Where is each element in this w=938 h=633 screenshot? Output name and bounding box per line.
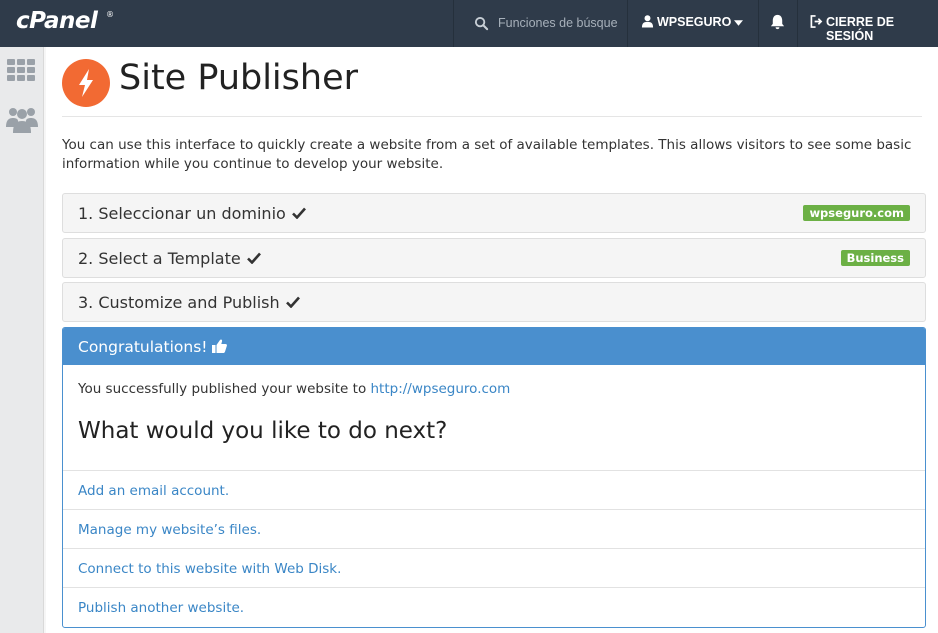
thumbs-up-icon xyxy=(211,339,227,353)
logout-button[interactable]: CIERRE DE SESIÓN xyxy=(797,0,938,47)
panel-title: Congratulations! xyxy=(78,338,227,356)
template-badge: Business xyxy=(840,250,910,266)
next-actions-list: Add an email account. Manage my website’… xyxy=(63,470,925,626)
intro-text: You can use this interface to quickly cr… xyxy=(62,137,912,172)
user-menu[interactable]: WPSEGURO xyxy=(627,0,758,47)
add-email-account-link[interactable]: Add an email account. xyxy=(78,483,229,499)
list-item: Add an email account. xyxy=(63,470,925,509)
panel-header: Congratulations! xyxy=(63,328,925,365)
page-title: Site Publisher xyxy=(119,58,359,98)
step-customize-publish[interactable]: 3. Customize and Publish xyxy=(62,282,926,322)
logo-registered-mark: ® xyxy=(106,10,114,19)
checkmark-icon xyxy=(285,296,300,308)
main-content: Site Publisher You can use this interfac… xyxy=(46,47,938,633)
bell-icon xyxy=(770,14,785,30)
success-message: You successfully published your website … xyxy=(78,381,511,397)
list-item: Connect to this website with Web Disk. xyxy=(63,548,925,587)
search-box[interactable] xyxy=(453,0,627,47)
notifications-button[interactable] xyxy=(758,0,797,47)
lightning-icon xyxy=(62,59,110,107)
grid-icon[interactable] xyxy=(7,59,35,81)
domain-badge: wpseguro.com xyxy=(803,205,910,221)
publish-another-link[interactable]: Publish another website. xyxy=(78,600,244,616)
logout-label: CIERRE DE SESIÓN xyxy=(826,15,895,43)
cpanel-logo[interactable]: cPanel xyxy=(16,8,98,34)
checkmark-icon xyxy=(246,252,261,264)
step-label: 1. Seleccionar un dominio xyxy=(78,204,306,223)
next-steps-heading: What would you like to do next? xyxy=(78,418,448,444)
step-select-domain[interactable]: 1. Seleccionar un dominio wpseguro.com xyxy=(62,193,926,233)
users-icon[interactable] xyxy=(6,105,38,133)
search-input[interactable] xyxy=(498,14,622,32)
chevron-down-icon xyxy=(734,20,743,26)
user-icon xyxy=(641,15,654,28)
web-disk-link[interactable]: Connect to this website with Web Disk. xyxy=(78,561,341,577)
list-item: Manage my website’s files. xyxy=(63,509,925,548)
logout-icon xyxy=(810,15,823,28)
sidebar xyxy=(0,47,44,633)
manage-files-link[interactable]: Manage my website’s files. xyxy=(78,522,261,538)
congratulations-panel: Congratulations! You successfully publis… xyxy=(62,327,926,628)
step-select-template[interactable]: 2. Select a Template Business xyxy=(62,238,926,278)
top-bar: cPanel ® WPSEGURO CIERRE DE SESIÓN xyxy=(0,0,938,47)
step-label: 3. Customize and Publish xyxy=(78,293,300,312)
page-header: Site Publisher xyxy=(62,57,922,117)
published-site-link[interactable]: http://wpseguro.com xyxy=(371,381,511,397)
step-label: 2. Select a Template xyxy=(78,249,261,268)
checkmark-icon xyxy=(291,207,306,219)
search-icon xyxy=(474,16,489,31)
username-label: WPSEGURO xyxy=(657,15,732,29)
list-item: Publish another website. xyxy=(63,587,925,626)
